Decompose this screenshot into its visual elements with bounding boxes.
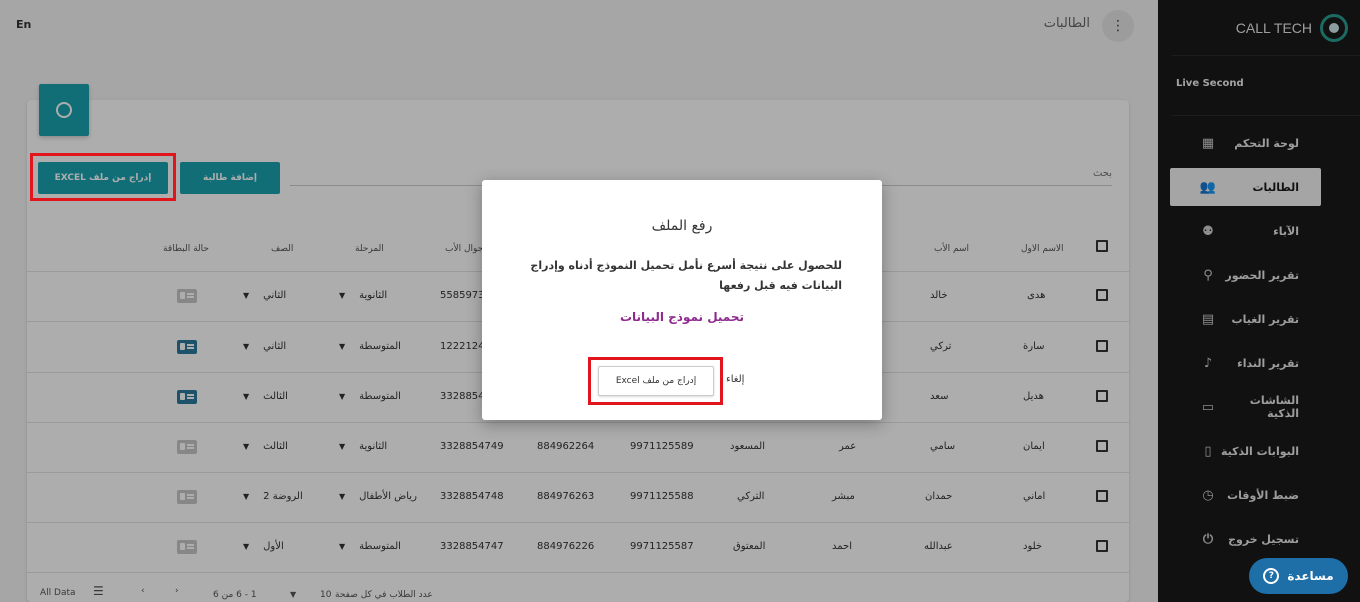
cancel-button[interactable]: إلغاء [726,374,744,385]
help-label: مساعدة [1287,569,1334,583]
highlight-upload-button [588,357,723,405]
dialog-description: للحصول على نتيجة أسرع نأمل تحميل النموذج… [530,259,842,292]
help-icon: ? [1263,568,1280,584]
dialog-title: رفع الملف [651,218,713,234]
help-button[interactable]: مساعدة ? [1249,558,1348,594]
download-template-link[interactable]: تحميل نموذج البيانات [482,310,882,324]
highlight-excel-button [30,153,176,201]
